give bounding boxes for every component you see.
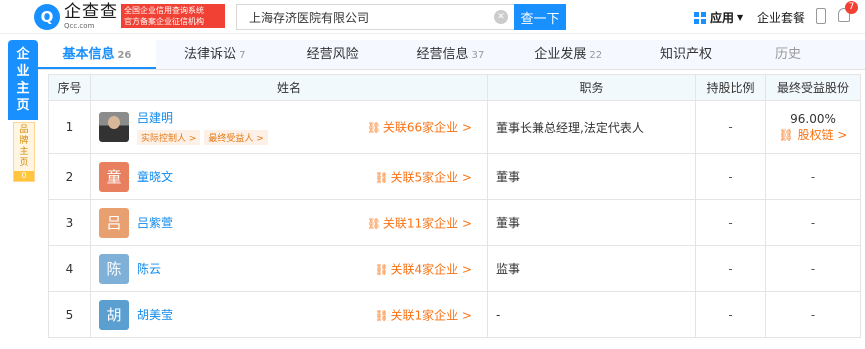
chevron-down-icon: ▼ [737, 13, 744, 22]
equity-chain-link[interactable]: ⛓ 股权链 > [779, 127, 848, 143]
relation-icon: ⛓ [374, 309, 389, 322]
avatar[interactable]: 陈 [99, 253, 129, 284]
person-name-link[interactable]: 童晓文 [137, 168, 173, 185]
person-photo[interactable] [99, 112, 129, 142]
enterprise-package-link[interactable]: 企业套餐 [757, 9, 805, 26]
search-input[interactable]: 上海存济医院有限公司 ✕ [236, 4, 514, 30]
apps-grid-icon [694, 11, 706, 24]
tab-development[interactable]: 企业发展 22 [509, 40, 627, 69]
person-name-link[interactable]: 胡美莹 [137, 306, 173, 323]
related-companies-link[interactable]: ⛓ 关联66家企业 > [367, 119, 472, 136]
side-tab-enterprise-home[interactable]: 企 业 主 页 [8, 40, 38, 120]
person-name-link[interactable]: 吕建明 [137, 109, 272, 126]
relation-icon: ⛓ [374, 263, 389, 276]
related-companies-link[interactable]: ⛓ 关联4家企业 > [375, 260, 472, 277]
beneficiary-tag[interactable]: 最终受益人 > [204, 130, 268, 145]
mobile-phone-icon[interactable] [816, 8, 826, 24]
tab-ip[interactable]: 知识产权 [627, 40, 745, 69]
logo-mark-icon: Q [34, 4, 60, 30]
related-companies-link[interactable]: ⛓ 关联5家企业 > [375, 168, 472, 185]
controller-tag[interactable]: 实际控制人 > [137, 130, 201, 145]
table-row: 3 吕 吕紫萱 ⛓ 关联11家企业 > 董事 - - [48, 200, 861, 246]
related-companies-link[interactable]: ⛓ 关联1家企业 > [375, 306, 472, 323]
avatar[interactable]: 童 [99, 161, 129, 192]
clear-icon[interactable]: ✕ [494, 10, 508, 24]
person-name-link[interactable]: 吕紫萱 [137, 214, 173, 231]
tab-business-info[interactable]: 经营信息 37 [391, 40, 509, 69]
person-name-link[interactable]: 陈云 [137, 260, 161, 277]
beneficial-percentage: 96.00% [790, 112, 836, 126]
avatar[interactable]: 胡 [99, 299, 129, 330]
related-companies-link[interactable]: ⛓ 关联11家企业 > [367, 214, 472, 231]
table-header: 序号 姓名 职务 持股比例 最终受益股份 [48, 75, 861, 101]
tab-basic-info[interactable]: 基本信息 26 [38, 40, 156, 69]
side-tab-brand-home[interactable]: 品 牌 主 页 0 [13, 122, 35, 182]
table-row: 5 胡 胡美莹 ⛓ 关联1家企业 > - - - [48, 292, 861, 338]
notification-badge: 7 [845, 1, 858, 14]
avatar[interactable]: 吕 [99, 207, 129, 238]
tab-business-risk[interactable]: 经营风险 [274, 40, 392, 69]
qcc-logo[interactable]: Q 企查查 Qcc.com [34, 4, 118, 30]
table-row: 1 吕建明 实际控制人 > 最终受益人 > ⛓ 关联66家企业 > 董事长兼总经理… [48, 101, 861, 154]
tab-legal[interactable]: 法律诉讼 7 [156, 40, 274, 69]
tab-history[interactable]: 历史 [745, 40, 865, 69]
top-header: Q 企查查 Qcc.com 全国企业信用查询系统 官方备案企业征信机构 上海存济… [0, 0, 865, 34]
logo-domain: Qcc.com [64, 22, 95, 30]
section-tabs: 基本信息 26 法律诉讼 7 经营风险 经营信息 37 企业发展 22 知识产权 历史 [38, 40, 865, 70]
brand-count: 0 [14, 171, 34, 181]
table-row: 2 童 童晓文 ⛓ 关联5家企业 > 董事 - - [48, 154, 861, 200]
relation-icon: ⛓ [366, 121, 381, 135]
logo-name: 企查查 [64, 2, 118, 22]
table-row: 4 陈 陈云 ⛓ 关联4家企业 > 监事 - - [48, 246, 861, 292]
relation-icon: ⛓ [374, 171, 389, 184]
app-menu-button[interactable]: 应用 ▼ [694, 9, 743, 26]
key-personnel-table: 序号 姓名 职务 持股比例 最终受益股份 1 吕建明 实际控制人 > 最终受益人… [48, 74, 861, 338]
relation-icon: ⛓ [366, 217, 381, 230]
search-input-value: 上海存济医院有限公司 [249, 10, 370, 25]
chain-icon: ⛓ [778, 128, 794, 142]
search-button[interactable]: 查一下 [514, 4, 566, 30]
certification-badge[interactable]: 全国企业信用查询系统 官方备案企业征信机构 [121, 4, 225, 28]
